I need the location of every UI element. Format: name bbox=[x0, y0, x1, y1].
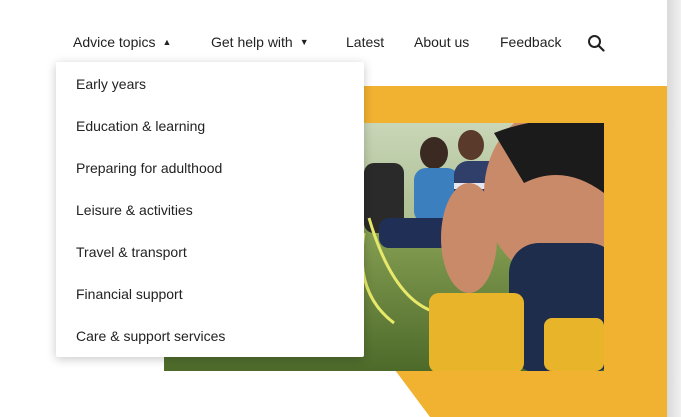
search-icon[interactable] bbox=[587, 34, 605, 52]
page: Advice topics ▲ Get help with ▼ Latest Abo… bbox=[0, 0, 667, 417]
dropdown-item-leisure-activities[interactable]: Leisure & activities bbox=[76, 202, 193, 218]
nav-get-help-with-label: Get help with bbox=[211, 34, 293, 50]
nav-advice-topics-label: Advice topics bbox=[73, 34, 156, 50]
dropdown-item-care-support-services[interactable]: Care & support services bbox=[76, 328, 225, 344]
dropdown-item-early-years[interactable]: Early years bbox=[76, 76, 146, 92]
dropdown-item-travel-transport[interactable]: Travel & transport bbox=[76, 244, 187, 260]
dropdown-item-preparing-for-adulthood[interactable]: Preparing for adulthood bbox=[76, 160, 222, 176]
caret-down-icon: ▼ bbox=[299, 37, 309, 47]
dropdown-item-financial-support[interactable]: Financial support bbox=[76, 286, 183, 302]
page-edge-shadow bbox=[667, 0, 681, 417]
nav-about-us[interactable]: About us bbox=[414, 34, 469, 50]
caret-up-icon: ▲ bbox=[162, 37, 172, 47]
dropdown-item-education-learning[interactable]: Education & learning bbox=[76, 118, 205, 134]
advice-topics-dropdown: Early years Education & learning Prepari… bbox=[56, 62, 364, 357]
nav-advice-topics[interactable]: Advice topics ▲ bbox=[73, 34, 171, 50]
nav-get-help-with[interactable]: Get help with ▼ bbox=[211, 34, 309, 50]
nav-latest[interactable]: Latest bbox=[346, 34, 384, 50]
nav-feedback[interactable]: Feedback bbox=[500, 34, 561, 50]
